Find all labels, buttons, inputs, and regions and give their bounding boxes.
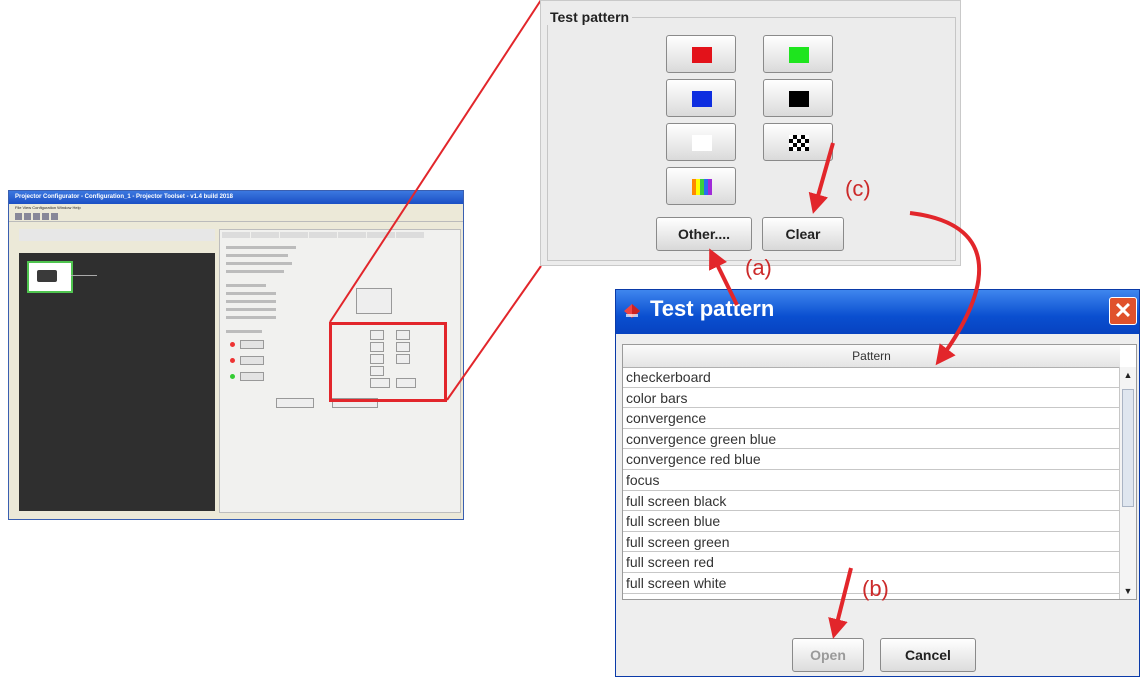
arrow-a [709,248,739,306]
arrow-curve [909,211,982,366]
annotation-c: (c) [845,176,871,201]
arrow-c [808,142,835,214]
arrow-b [828,567,853,639]
annotation-arrows [709,142,982,639]
annotation-a: (a) [745,255,772,280]
annotation-b: (b) [862,576,889,601]
